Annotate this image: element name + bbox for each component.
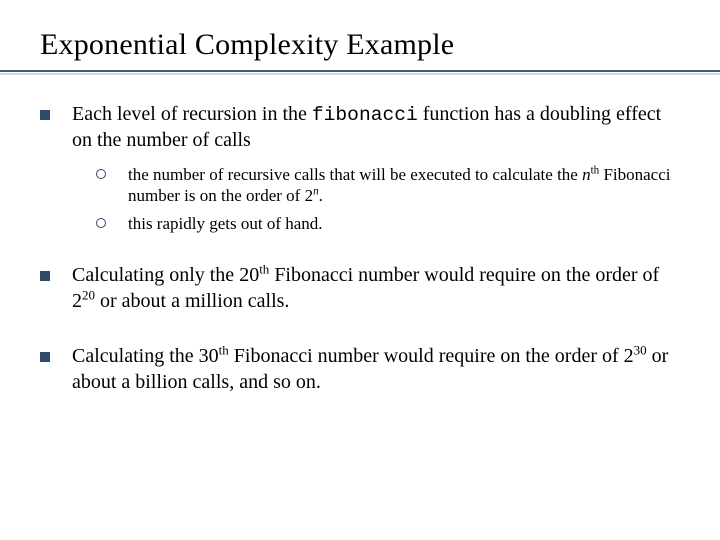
- bullet-level1: Calculating the 30th Fibonacci number wo…: [40, 344, 680, 395]
- bullet-text: Calculating the 30th Fibonacci number wo…: [72, 344, 680, 395]
- slide: Exponential Complexity Example Each leve…: [0, 0, 720, 540]
- square-bullet-icon: [40, 352, 50, 362]
- square-bullet-icon: [40, 110, 50, 120]
- sub-bullet-text: this rapidly gets out of hand.: [128, 213, 680, 235]
- title-rule: [40, 66, 680, 76]
- bullet-level2: this rapidly gets out of hand.: [96, 213, 680, 235]
- circle-bullet-icon: [96, 169, 106, 179]
- bullet-text: Each level of recursion in the fibonacci…: [72, 102, 680, 154]
- slide-title: Exponential Complexity Example: [40, 28, 680, 62]
- bullet-level2: the number of recursive calls that will …: [96, 164, 680, 208]
- sub-bullets: the number of recursive calls that will …: [96, 164, 680, 235]
- bullet-level1: Each level of recursion in the fibonacci…: [40, 102, 680, 154]
- bullet-text: Calculating only the 20th Fibonacci numb…: [72, 263, 680, 314]
- bullet-level1: Calculating only the 20th Fibonacci numb…: [40, 263, 680, 314]
- sub-bullet-text: the number of recursive calls that will …: [128, 164, 680, 208]
- circle-bullet-icon: [96, 218, 106, 228]
- slide-body: Each level of recursion in the fibonacci…: [40, 102, 680, 395]
- square-bullet-icon: [40, 271, 50, 281]
